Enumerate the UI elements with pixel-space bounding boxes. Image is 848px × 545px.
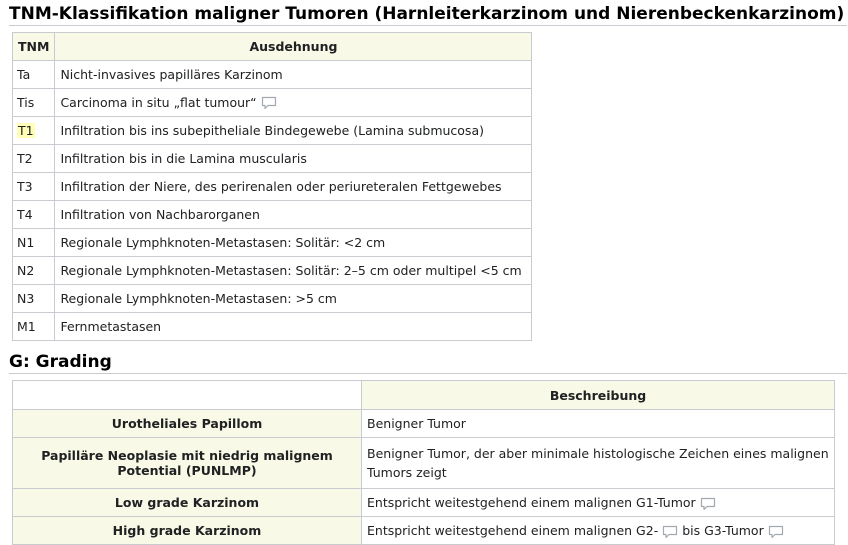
table-row: T1 Infiltration bis ins subepitheliale B… [11,116,533,145]
grade-description: Benigner Tumor, der aber minimale histol… [361,437,835,489]
table-header-row: Beschreibung [12,380,835,410]
tnm-code: Tis [11,88,56,117]
grading-table: Beschreibung Urotheliales Papillom Benig… [12,380,835,545]
grade-name: High grade Karzinom [12,516,362,545]
table-row: N3 Regionale Lymphknoten-Metastasen: >5 … [11,284,533,313]
tnm-code: T4 [11,200,56,229]
speech-bubble-icon[interactable] [768,525,784,539]
tnm-table: TNM Ausdehnung Ta Nicht-invasives papill… [11,32,533,341]
table-row: Ta Nicht-invasives papilläres Karzinom [11,60,533,89]
tnm-description: Infiltration von Nachbarorganen [54,200,533,229]
grade-name: Urotheliales Papillom [12,409,362,438]
table-row: Low grade Karzinom Entspricht weitestgeh… [12,488,835,517]
speech-bubble-icon[interactable] [700,497,716,511]
table-row: T2 Infiltration bis in die Lamina muscul… [11,144,533,173]
table-row: Papilläre Neoplasie mit niedrig malignem… [12,437,835,489]
table-row: N2 Regionale Lymphknoten-Metastasen: Sol… [11,256,533,285]
table-row: T3 Infiltration der Niere, des perirenal… [11,172,533,201]
table-row: High grade Karzinom Entspricht weitestge… [12,516,835,545]
tnm-code: M1 [11,312,56,341]
grade-description-cell: Entspricht weitestgehend einem malignen … [361,488,835,517]
tnm-description: Infiltration bis in die Lamina musculari… [54,144,533,173]
tnm-section-heading: TNM-Klassifikation maligner Tumoren (Har… [9,4,847,26]
speech-bubble-icon[interactable] [662,525,678,539]
grading-section-heading: G: Grading [9,352,847,374]
column-header-tnm: TNM [11,32,56,61]
table-row: N1 Regionale Lymphknoten-Metastasen: Sol… [11,228,533,257]
tnm-code: T2 [11,144,56,173]
tnm-code: T3 [11,172,56,201]
column-header-beschreibung: Beschreibung [361,380,835,410]
grade-description-cell: Entspricht weitestgehend einem malignen … [361,516,835,545]
tnm-code-highlighted: T1 [17,123,35,138]
grade-description: Benigner Tumor [361,409,835,438]
table-row: Tis Carcinoma in situ „flat tumour“ [11,88,533,117]
tnm-description: Fernmetastasen [54,312,533,341]
grade-description-part: bis G3-Tumor [682,523,764,538]
table-row: Urotheliales Papillom Benigner Tumor [12,409,835,438]
tnm-code: N2 [11,256,56,285]
grade-name: Papilläre Neoplasie mit niedrig malignem… [12,437,362,489]
tnm-code-cell: T1 [11,116,56,145]
grade-description-part: Entspricht weitestgehend einem malignen … [367,523,659,538]
tnm-description: Regionale Lymphknoten-Metastasen: Solitä… [54,256,533,285]
table-header-row: TNM Ausdehnung [11,32,533,61]
grade-name: Low grade Karzinom [12,488,362,517]
tnm-description: Carcinoma in situ „flat tumour“ [60,94,257,110]
tnm-description: Infiltration bis ins subepitheliale Bind… [54,116,533,145]
table-row: M1 Fernmetastasen [11,312,533,341]
tnm-description-cell: Carcinoma in situ „flat tumour“ [54,88,533,117]
tnm-description: Nicht-invasives papilläres Karzinom [54,60,533,89]
tnm-description: Regionale Lymphknoten-Metastasen: Solitä… [54,228,533,257]
column-header-empty [12,380,362,410]
tnm-code: N3 [11,284,56,313]
table-row: T4 Infiltration von Nachbarorganen [11,200,533,229]
speech-bubble-icon[interactable] [261,96,277,110]
tnm-code: Ta [11,60,56,89]
grade-description: Entspricht weitestgehend einem malignen … [367,495,696,510]
tnm-code: N1 [11,228,56,257]
tnm-description: Infiltration der Niere, des perirenalen … [54,172,533,201]
tnm-description: Regionale Lymphknoten-Metastasen: >5 cm [54,284,533,313]
column-header-ausdehnung: Ausdehnung [54,32,533,61]
